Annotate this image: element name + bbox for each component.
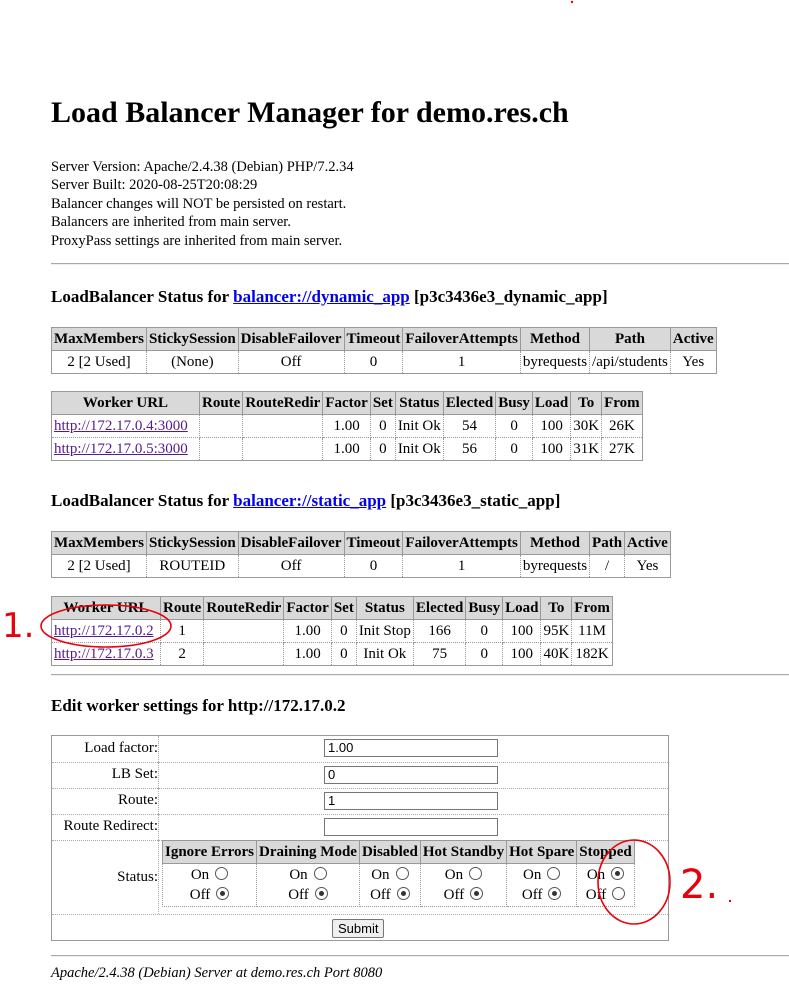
- annotation-overlay: [40, 0, 732, 925]
- annotation-dot: [570, 0, 574, 4]
- annotation-dot: [728, 899, 732, 903]
- annotation-circle-stopped: [597, 839, 671, 925]
- annotation-circle-worker-url: [40, 604, 172, 648]
